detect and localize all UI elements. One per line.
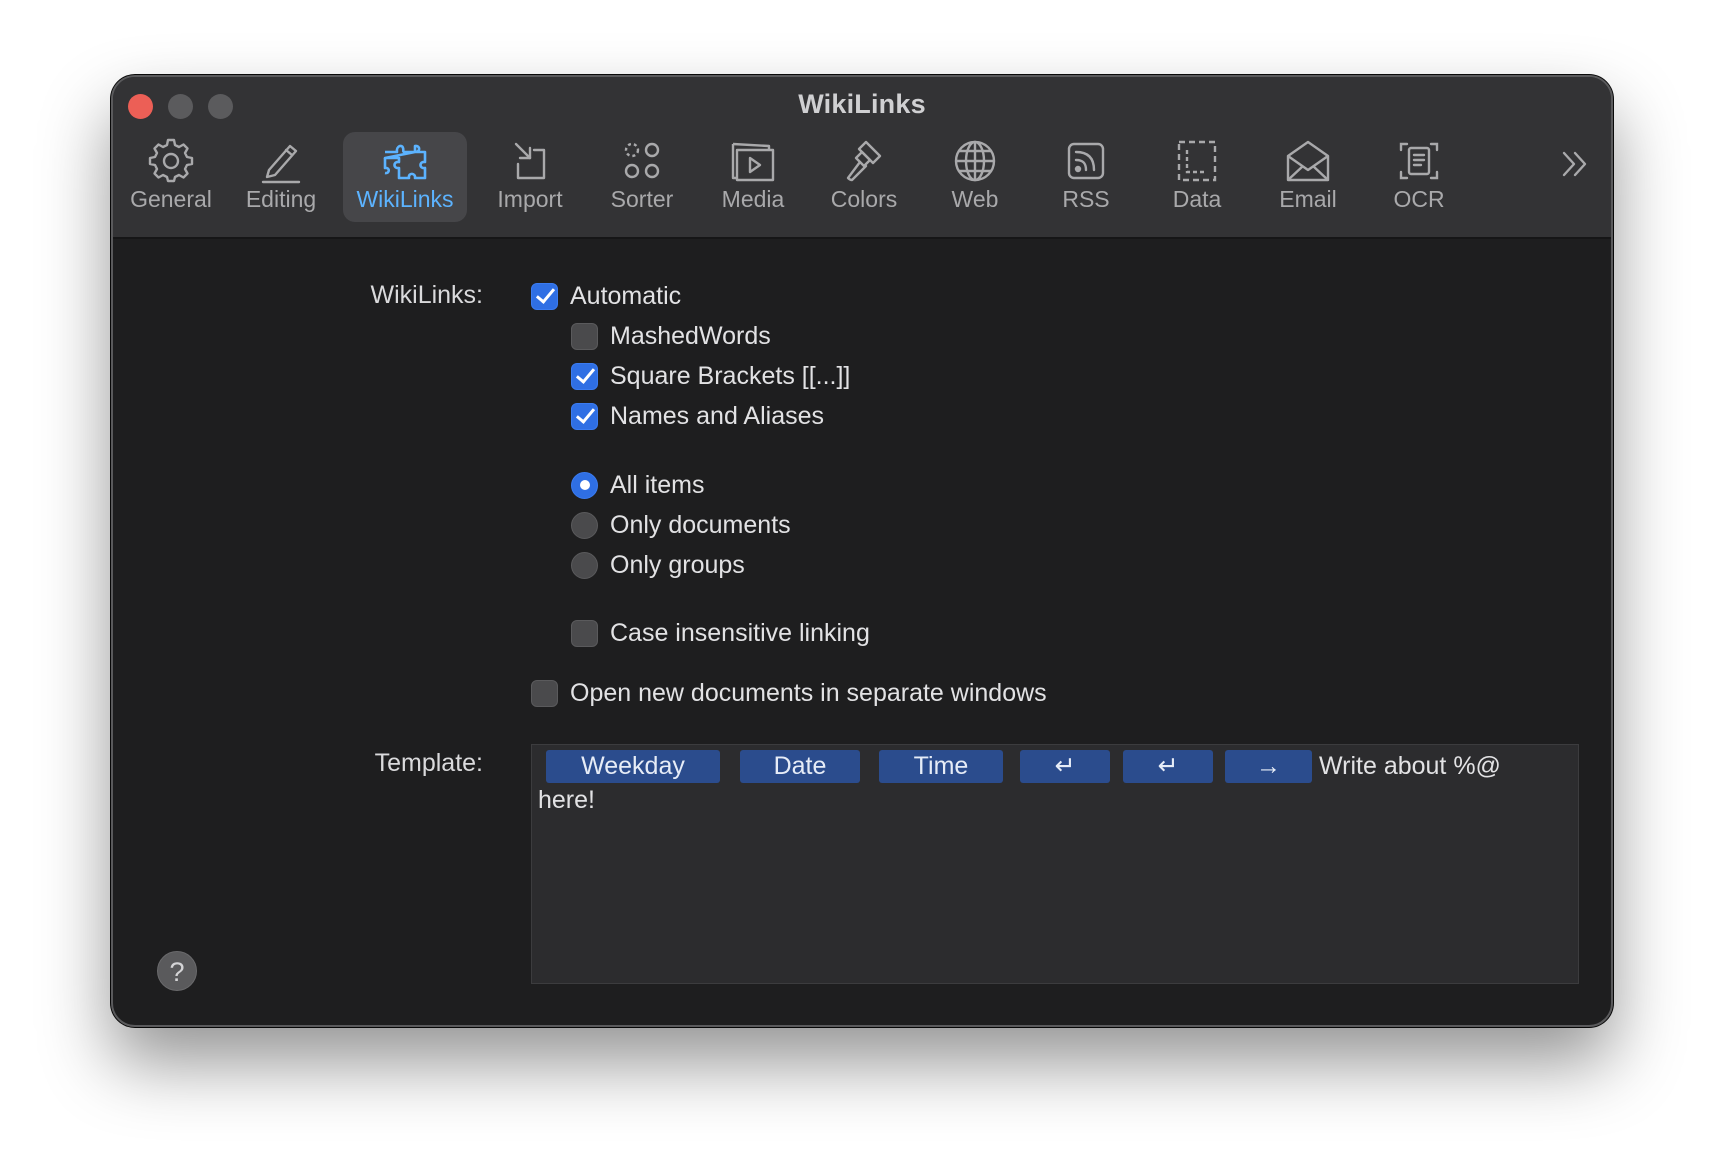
open-new-windows-label: Open new documents in separate windows	[570, 678, 1047, 707]
toolbar-label-ocr: OCR	[1393, 186, 1445, 212]
template-editor[interactable]: Weekday Date Time ↵ ↵ → Write about %@ h…	[531, 744, 1579, 984]
sorter-circles-icon	[618, 138, 666, 184]
wikilinks-label: WikiLinks:	[370, 281, 483, 309]
automatic-checkbox[interactable]	[531, 282, 558, 310]
mashedwords-checkbox-row[interactable]: MashedWords	[571, 320, 771, 352]
all-items-label: All items	[610, 470, 705, 499]
token-time[interactable]: Time	[879, 750, 1003, 783]
mashedwords-checkbox[interactable]	[571, 322, 598, 350]
ocr-document-icon	[1395, 138, 1443, 184]
toolbar-item-colors[interactable]: Colors	[808, 132, 920, 222]
token-return[interactable]: ↵	[1020, 750, 1110, 783]
puzzle-icon	[381, 138, 429, 184]
toolbar-item-general[interactable]: General	[115, 132, 227, 222]
paintbrush-icon	[840, 138, 888, 184]
template-text-line2: here!	[538, 786, 595, 814]
pencil-icon	[257, 138, 305, 184]
square-brackets-label: Square Brackets [[...]]	[610, 361, 851, 390]
only-documents-radio[interactable]	[571, 511, 598, 539]
token-return[interactable]: ↵	[1123, 750, 1213, 783]
globe-icon	[951, 138, 999, 184]
names-aliases-checkbox[interactable]	[571, 402, 598, 430]
import-arrow-icon	[506, 138, 554, 184]
dashed-square-icon	[1173, 138, 1221, 184]
names-aliases-label: Names and Aliases	[610, 401, 825, 430]
only-documents-label: Only documents	[610, 510, 791, 539]
automatic-label: Automatic	[570, 281, 682, 310]
toolbar-label-editing: Editing	[245, 186, 317, 212]
template-label: Template:	[374, 749, 483, 777]
case-insensitive-label: Case insensitive linking	[610, 618, 870, 647]
token-weekday[interactable]: Weekday	[546, 750, 720, 783]
case-insensitive-checkbox-row[interactable]: Case insensitive linking	[571, 617, 870, 649]
toolbar-item-wikilinks[interactable]: WikiLinks	[343, 132, 467, 222]
open-new-windows-checkbox[interactable]	[531, 679, 558, 707]
media-play-icon	[729, 138, 777, 184]
rss-icon	[1062, 138, 1110, 184]
preferences-window: WikiLinks General Editing WikiLinks Impo…	[111, 75, 1613, 1027]
window-title: WikiLinks	[798, 89, 926, 119]
all-items-radio[interactable]	[571, 471, 598, 499]
toolbar-item-media[interactable]: Media	[697, 132, 809, 222]
token-date[interactable]: Date	[740, 750, 860, 783]
only-groups-radio[interactable]	[571, 551, 598, 579]
toolbar-item-email[interactable]: Email	[1252, 132, 1364, 222]
toolbar-item-web[interactable]: Web	[919, 132, 1031, 222]
case-insensitive-checkbox[interactable]	[571, 619, 598, 647]
toolbar-item-import[interactable]: Import	[474, 132, 586, 222]
titlebar: WikiLinks General Editing WikiLinks Impo…	[113, 77, 1611, 239]
toolbar-item-rss[interactable]: RSS	[1030, 132, 1142, 222]
help-button[interactable]: ?	[157, 951, 197, 991]
toolbar-item-sorter[interactable]: Sorter	[586, 132, 698, 222]
names-aliases-checkbox-row[interactable]: Names and Aliases	[571, 400, 824, 432]
chevron-double-right-icon[interactable]	[1558, 147, 1592, 181]
only-groups-label: Only groups	[610, 550, 745, 579]
scope-radio-all-items[interactable]: All items	[571, 469, 704, 501]
token-tab[interactable]: →	[1225, 750, 1312, 783]
square-brackets-checkbox-row[interactable]: Square Brackets [[...]]	[571, 360, 850, 392]
mashedwords-label: MashedWords	[610, 321, 771, 350]
scope-radio-only-groups[interactable]: Only groups	[571, 549, 745, 581]
square-brackets-checkbox[interactable]	[571, 362, 598, 390]
toolbar-item-data[interactable]: Data	[1141, 132, 1253, 222]
toolbar-label-wikilinks: WikiLinks	[356, 186, 454, 212]
toolbar-item-editing[interactable]: Editing	[225, 132, 337, 222]
automatic-checkbox-row[interactable]: Automatic	[531, 280, 681, 312]
template-text-line1: Write about %@	[1319, 752, 1501, 780]
toolbar-item-ocr[interactable]: OCR	[1363, 132, 1475, 222]
gear-icon	[147, 138, 195, 184]
scope-radio-only-documents[interactable]: Only documents	[571, 509, 791, 541]
envelope-icon	[1284, 138, 1332, 184]
open-new-windows-checkbox-row[interactable]: Open new documents in separate windows	[531, 677, 1047, 709]
